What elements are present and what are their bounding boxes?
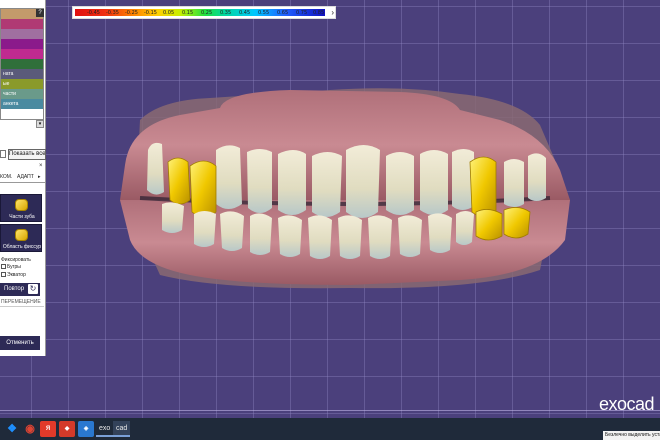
close-icon[interactable]: × — [39, 163, 43, 169]
list-item[interactable] — [1, 59, 43, 69]
fissure-area-label: Область фиссур — [2, 244, 42, 250]
tooth-parts-icon — [15, 199, 28, 211]
scale-tick: 0.05 — [163, 10, 175, 16]
list-item[interactable] — [1, 39, 43, 49]
taskbar: ❖ ◉ Я ◆ ◈ exo cad — [0, 418, 660, 440]
move-section-label: ПЕРЕМЕЩЕНИЕ — [1, 299, 41, 305]
tooth-parts-label: Части зуба — [9, 214, 35, 220]
taskbar-cad[interactable]: cad — [113, 421, 131, 437]
show-all-checkbox[interactable] — [0, 150, 6, 158]
panel-tabs: КОМ. АДАПТ ▸ — [0, 172, 46, 183]
anydesk-icon[interactable]: ◆ — [59, 421, 75, 437]
scale-tick: 0.85 — [313, 10, 325, 16]
scale-tick: -0.25 — [125, 10, 138, 16]
list-item[interactable] — [1, 29, 43, 39]
left-tool-panel: ната ые части анкета ? ▾ Показать все × … — [0, 0, 46, 356]
list-item[interactable]: анкета — [1, 99, 43, 109]
list-item[interactable]: части — [1, 89, 43, 99]
scale-tick: 0.75 — [296, 10, 308, 16]
color-scale-bar: -0.45 -0.35 -0.25 -0.15 0.05 0.15 0.25 0… — [72, 6, 336, 19]
repeat-icon: ↻ — [28, 284, 38, 294]
chrome-icon[interactable]: ◉ — [22, 421, 38, 437]
list-scroll-down-icon[interactable]: ▾ — [36, 120, 44, 128]
tab-adapt[interactable]: АДАПТ — [17, 172, 34, 183]
ekvator-label: Экватор — [7, 272, 26, 278]
list-item[interactable]: ната — [1, 69, 43, 79]
scale-expand-arrow-icon[interactable]: › — [331, 8, 334, 17]
repeat-button[interactable]: Повтор ↻ — [0, 283, 40, 296]
tab-com[interactable]: КОМ. — [0, 172, 12, 183]
ekvator-checkbox[interactable] — [1, 272, 6, 278]
repeat-label: Повтор — [4, 286, 25, 292]
dental-3d-model[interactable] — [100, 80, 590, 305]
taskbar-exo[interactable]: exo — [96, 421, 114, 437]
divider — [0, 306, 44, 307]
bugry-checkbox-row[interactable]: Бугры — [1, 264, 21, 270]
tab-more-arrow-icon[interactable]: ▸ — [38, 172, 41, 183]
cancel-button[interactable]: Отменить — [0, 336, 40, 350]
bugry-label: Бугры — [7, 264, 21, 270]
windows-start-icon[interactable]: ❖ — [4, 421, 20, 437]
list-item[interactable]: ые — [1, 79, 43, 89]
layer-list[interactable]: ната ые части анкета — [0, 8, 44, 120]
scale-tick: 0.65 — [277, 10, 289, 16]
bugry-checkbox[interactable] — [1, 264, 6, 270]
viewport-ruler — [0, 410, 660, 411]
scale-tick: 0.35 — [220, 10, 232, 16]
help-button[interactable]: ? — [36, 9, 44, 17]
yandex-icon[interactable]: Я — [40, 421, 56, 437]
ekvator-checkbox-row[interactable]: Экватор — [1, 272, 26, 278]
fissure-area-icon — [15, 229, 28, 241]
scale-tick: -0.15 — [144, 10, 157, 16]
exocad-logo: exocad — [598, 394, 655, 414]
tooth-parts-button[interactable]: Части зуба — [0, 194, 42, 222]
scale-tick: -0.45 — [87, 10, 100, 16]
scale-tick: -0.35 — [106, 10, 119, 16]
scale-tick: 0.15 — [182, 10, 194, 16]
app-icon[interactable]: ◈ — [78, 421, 94, 437]
3d-viewport[interactable]: -0.45 -0.35 -0.25 -0.15 0.05 0.15 0.25 0… — [0, 0, 660, 418]
list-item[interactable] — [1, 49, 43, 59]
list-item[interactable] — [1, 19, 43, 29]
fissure-area-button[interactable]: Область фиссур — [0, 224, 42, 252]
show-all-button[interactable]: Показать все — [8, 149, 46, 160]
fix-section-label: Фиксировать — [1, 257, 31, 263]
scale-tick: 0.25 — [201, 10, 213, 16]
scale-tick: 0.45 — [239, 10, 251, 16]
scale-tick: 0.55 — [258, 10, 270, 16]
tray-tooltip: Безлечно выделить уста — [603, 431, 660, 440]
